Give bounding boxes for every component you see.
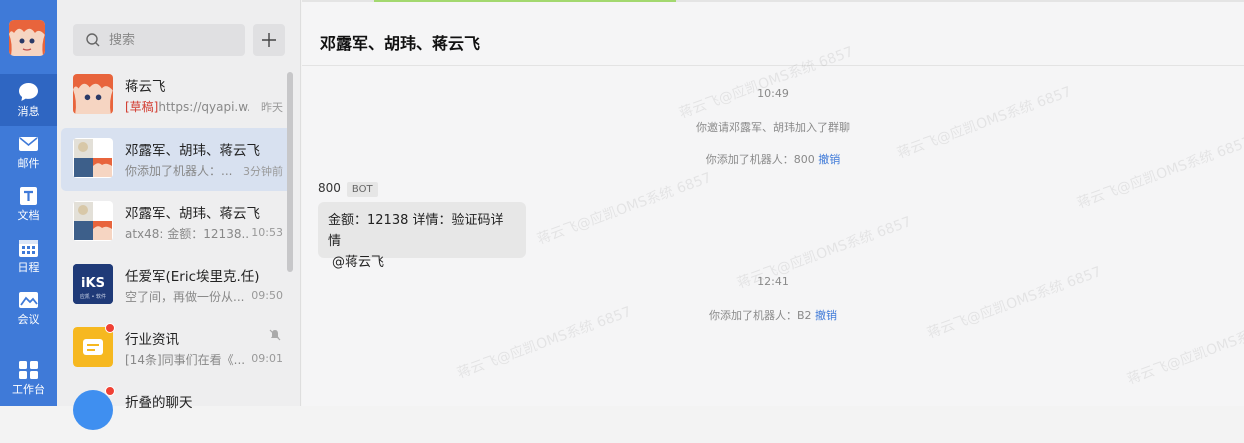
nav-item-workbench[interactable]: 工作台 — [0, 352, 57, 404]
conversation-preview: 你添加了机器人：... — [125, 164, 233, 178]
nav-item-mail[interactable]: 邮件 — [0, 126, 57, 178]
add-button[interactable] — [253, 24, 285, 56]
group-avatar — [73, 201, 113, 241]
system-message-text: 你添加了机器人：B2 — [708, 309, 812, 322]
plus-icon — [262, 33, 276, 47]
nav-rail: 消息 邮件 文档 日程 会议 工作台 — [0, 0, 57, 406]
draft-tag: [草稿] — [125, 100, 159, 114]
bot-badge: BOT — [346, 182, 378, 197]
list-scrollbar[interactable] — [287, 72, 293, 272]
conversation-time: 昨天 — [261, 101, 283, 114]
mail-icon — [19, 137, 38, 151]
conversation-avatar — [73, 74, 113, 114]
conversation-time: 09:50 — [251, 289, 283, 302]
conversation-time: 3分钟前 — [243, 165, 283, 178]
conversation-preview: 空了间，再做一份从... — [125, 290, 245, 304]
chat-title: 邓露军、胡玮、蒋云飞 — [320, 34, 481, 53]
conversation-item[interactable]: iKS 应凯 • 软件 任爱军(Eric埃里克.任) 空了间，再做一份从... 0… — [61, 254, 293, 317]
mute-bell-icon — [269, 329, 281, 341]
message-mention: @蒋云飞 — [332, 255, 385, 270]
watermark: 蒋云飞@应凯OMS系统 6857 — [1075, 133, 1244, 212]
chat-icon — [19, 83, 38, 101]
message-sender: 800 BOT — [318, 181, 378, 197]
watermark: 蒋云飞@应凯OMS系统 6857 — [535, 169, 714, 248]
system-message: 你添加了机器人：B2 撤销 — [302, 307, 1244, 323]
user-avatar[interactable] — [9, 20, 45, 56]
logo-text: iKS — [81, 276, 105, 291]
undo-link[interactable]: 撤销 — [818, 153, 840, 166]
timestamp: 10:49 — [757, 87, 789, 100]
search-icon — [86, 33, 100, 47]
conversation-time: 10:53 — [251, 226, 283, 239]
conversation-time: 09:01 — [251, 352, 283, 365]
undo-link[interactable]: 撤销 — [815, 309, 837, 322]
news-avatar — [73, 327, 113, 367]
conversation-name: 蒋云飞 — [125, 79, 166, 95]
logo-subtext: 应凯 • 软件 — [80, 293, 106, 300]
watermark: 蒋云飞@应凯OMS系统 6857 — [925, 263, 1104, 342]
document-icon — [20, 187, 37, 205]
nav-item-meeting[interactable]: 会议 — [0, 282, 57, 334]
unread-dot — [105, 386, 115, 396]
workbench-icon — [19, 361, 38, 379]
search-box[interactable] — [73, 24, 245, 56]
sender-name: 800 — [318, 181, 341, 195]
conversation-preview: [14条]同事们在看《... — [125, 353, 246, 367]
conversation-panel: 蒋云飞 [草稿]https://qyapi.w... 昨天 邓露军、胡玮、蒋云飞… — [57, 0, 301, 430]
conversation-name: 折叠的聊天 — [125, 395, 193, 411]
message-line: 金额：12138 详情：验证码详情 — [328, 213, 504, 249]
system-message: 你邀请邓露军、胡玮加入了群聊 — [696, 121, 850, 134]
nav-label: 日程 — [17, 261, 40, 274]
nav-label: 邮件 — [17, 157, 40, 170]
conversation-item-selected[interactable]: 邓露军、胡玮、蒋云飞 你添加了机器人：... 3分钟前 — [61, 128, 293, 191]
conversation-name: 邓露军、胡玮、蒋云飞 — [125, 143, 260, 159]
conversation-item[interactable]: 蒋云飞 [草稿]https://qyapi.w... 昨天 — [61, 64, 293, 127]
conversation-preview: [草稿]https://qyapi.w... — [125, 98, 249, 115]
preview-text: https://qyapi.w... — [158, 100, 249, 114]
chat-panel: 邓露军、胡玮、蒋云飞 蒋云飞@应凯OMS系统 6857 蒋云飞@应凯OMS系统 … — [302, 0, 1244, 406]
system-message-text: 你添加了机器人：800 — [705, 153, 815, 166]
conversation-item[interactable]: 折叠的聊天 — [61, 380, 293, 443]
nav-label: 文档 — [17, 209, 40, 222]
nav-label: 会议 — [17, 313, 40, 326]
conversation-item[interactable]: 邓露军、胡玮、蒋云飞 atx48: 金额：12138... 10:53 — [61, 191, 293, 254]
calendar-icon — [19, 240, 38, 257]
nav-item-docs[interactable]: 文档 — [0, 178, 57, 230]
search-input[interactable] — [107, 29, 237, 51]
system-message: 你添加了机器人：800 撤销 — [302, 151, 1244, 167]
message-bubble[interactable]: 金额：12138 详情：验证码详情 @蒋云飞 — [318, 202, 526, 270]
conversation-item[interactable]: 行业资讯 [14条]同事们在看《... 09:01 — [61, 317, 293, 380]
conversation-name: 任爱军(Eric埃里克.任) — [125, 269, 260, 285]
nav-item-messages[interactable]: 消息 — [0, 74, 57, 126]
group-avatar — [73, 138, 113, 178]
unread-dot — [105, 323, 115, 333]
nav-label: 消息 — [17, 105, 40, 118]
timestamp: 12:41 — [757, 275, 789, 288]
loading-bar — [302, 0, 1244, 2]
nav-label: 工作台 — [12, 383, 45, 396]
nav-item-calendar[interactable]: 日程 — [0, 230, 57, 282]
conversation-preview: atx48: 金额：12138... — [125, 227, 249, 241]
conversation-name: 行业资讯 — [125, 332, 179, 348]
chat-header: 邓露军、胡玮、蒋云飞 — [302, 0, 1244, 66]
company-logo-avatar: iKS 应凯 • 软件 — [73, 264, 113, 304]
meeting-icon — [19, 292, 38, 308]
folded-chat-avatar — [73, 390, 113, 430]
conversation-name: 邓露军、胡玮、蒋云飞 — [125, 206, 260, 222]
